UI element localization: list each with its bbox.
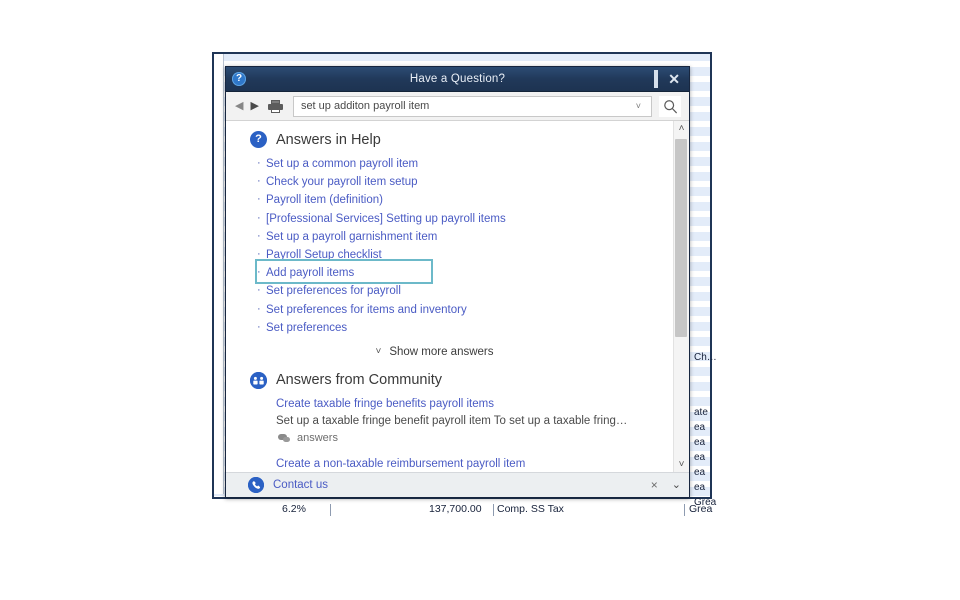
background-cell-text: ea bbox=[694, 482, 706, 493]
background-limit-cell: 137,700.00 bbox=[429, 503, 482, 515]
bullet-icon: · bbox=[257, 157, 261, 169]
background-bottom-row: 6.2% 137,700.00 Comp. SS Tax Grea bbox=[212, 503, 712, 517]
help-result-item[interactable]: · Payroll item (definition) bbox=[257, 190, 673, 208]
community-result-item: Create taxable fringe benefits payroll i… bbox=[276, 396, 655, 447]
community-result-link[interactable]: Create a non-taxable reimbursement payro… bbox=[276, 456, 655, 472]
question-circle-icon: ? bbox=[232, 72, 246, 86]
help-result-item[interactable]: · Check your payroll item setup bbox=[257, 172, 673, 190]
help-result-item[interactable]: · Set preferences bbox=[257, 318, 673, 336]
help-result-link[interactable]: [Professional Services] Setting up payro… bbox=[266, 213, 506, 225]
chevron-down-icon[interactable]: ˅ bbox=[632, 101, 647, 111]
bullet-icon: · bbox=[257, 284, 261, 297]
background-listbox bbox=[214, 54, 224, 494]
print-icon[interactable] bbox=[267, 99, 283, 113]
help-result-link[interactable]: Payroll Setup checklist bbox=[266, 249, 382, 261]
bullet-icon: · bbox=[257, 229, 261, 242]
contact-us-label[interactable]: Contact us bbox=[273, 479, 328, 491]
help-result-item[interactable]: · Set preferences for payroll bbox=[257, 281, 673, 299]
forward-arrow-icon[interactable]: ▶ bbox=[250, 100, 258, 112]
chevron-down-icon: ˅ bbox=[375, 346, 382, 358]
community-result-link[interactable]: Create taxable fringe benefits payroll i… bbox=[276, 396, 655, 413]
maximize-button[interactable] bbox=[654, 70, 659, 88]
chevron-down-icon[interactable]: ⌄ bbox=[672, 479, 681, 491]
help-result-link[interactable]: Add payroll items bbox=[266, 267, 354, 279]
background-cell-text: ea bbox=[694, 452, 706, 463]
window-title: Have a Question? bbox=[409, 73, 506, 85]
scrollbar-thumb[interactable] bbox=[675, 139, 687, 337]
answers-from-community-header: Answers from Community bbox=[226, 371, 673, 389]
help-result-link[interactable]: Set up a common payroll item bbox=[266, 158, 418, 170]
background-cell-text: ea bbox=[694, 422, 706, 433]
scrollbar-track[interactable] bbox=[674, 136, 689, 457]
search-toolbar: ◀ ▶ ˅ bbox=[226, 92, 689, 121]
help-result-link[interactable]: Set up a payroll garnishment item bbox=[266, 231, 437, 243]
search-field-wrapper: ˅ bbox=[292, 95, 652, 117]
background-cell-text: ea bbox=[694, 467, 706, 478]
help-result-item[interactable]: · Set up a payroll garnishment item bbox=[257, 227, 673, 245]
bullet-icon: · bbox=[257, 193, 261, 206]
background-cell-divider bbox=[330, 504, 331, 516]
background-name-cell: Comp. SS Tax bbox=[497, 503, 564, 515]
section-title: Answers from Community bbox=[276, 372, 442, 389]
contact-us-bar: Contact us × ⌄ bbox=[226, 472, 689, 497]
community-results-list: Create taxable fringe benefits payroll i… bbox=[226, 396, 673, 472]
help-result-link[interactable]: Set preferences for payroll bbox=[266, 285, 401, 297]
section-title: Answers in Help bbox=[276, 131, 381, 148]
close-icon[interactable]: ✕ bbox=[668, 72, 680, 86]
back-arrow-icon[interactable]: ◀ bbox=[235, 100, 243, 112]
help-result-item[interactable]: · [Professional Services] Setting up payr… bbox=[257, 209, 673, 227]
help-result-link[interactable]: Payroll item (definition) bbox=[266, 194, 383, 206]
phone-circle-icon bbox=[248, 477, 264, 493]
background-cell-text: Ch… bbox=[694, 352, 717, 363]
show-more-answers-button[interactable]: ˅ Show more answers bbox=[226, 346, 673, 358]
background-cell-divider bbox=[684, 504, 685, 516]
bullet-icon: · bbox=[257, 247, 261, 260]
bullet-icon: · bbox=[257, 320, 261, 333]
background-trailing-cell: Grea bbox=[689, 503, 713, 515]
close-icon[interactable]: × bbox=[651, 479, 658, 491]
title-bar: ? Have a Question? ✕ bbox=[226, 67, 689, 92]
scroll-up-icon[interactable]: ˄ bbox=[674, 121, 689, 136]
help-result-item[interactable]: · Set up a common payroll item bbox=[257, 154, 673, 172]
community-result-snippet: Set up a taxable fringe benefit payroll … bbox=[276, 414, 628, 427]
background-rate-cell: 6.2% bbox=[282, 503, 306, 515]
bullet-icon: · bbox=[257, 302, 261, 315]
community-icon bbox=[250, 371, 267, 389]
bullet-icon: · bbox=[257, 211, 261, 224]
help-result-link[interactable]: Check your payroll item setup bbox=[266, 176, 417, 188]
results-scroll-region: ? Answers in Help · Set up a common payro… bbox=[226, 121, 673, 472]
help-result-item[interactable]: · Add payroll items bbox=[257, 263, 673, 281]
search-input[interactable] bbox=[300, 100, 632, 112]
help-dialog-window: ? Have a Question? ✕ ◀ ▶ ˅ ? bbox=[225, 66, 690, 498]
background-cell-text: ate bbox=[694, 407, 708, 418]
vertical-scrollbar[interactable]: ˄ ˅ bbox=[673, 121, 689, 472]
answers-in-help-header: ? Answers in Help bbox=[226, 131, 673, 148]
bullet-icon: · bbox=[257, 175, 261, 188]
scroll-down-icon[interactable]: ˅ bbox=[674, 457, 689, 472]
background-cell-divider bbox=[493, 504, 494, 516]
search-button[interactable] bbox=[659, 95, 681, 117]
help-result-item[interactable]: · Payroll Setup checklist bbox=[257, 245, 673, 263]
bullet-icon: · bbox=[257, 266, 261, 279]
comment-bubble-icon bbox=[278, 433, 290, 443]
background-cell-text: ea bbox=[694, 437, 706, 448]
help-result-link[interactable]: Set preferences for items and inventory bbox=[266, 304, 467, 316]
community-answers-count: answers bbox=[297, 431, 338, 444]
dialog-content-area: ? Answers in Help · Set up a common payro… bbox=[226, 121, 689, 472]
help-result-item[interactable]: · Set preferences for items and inventory bbox=[257, 300, 673, 318]
search-icon bbox=[663, 99, 677, 113]
contact-bar-actions: × ⌄ bbox=[651, 479, 689, 491]
community-result-meta: answers bbox=[278, 430, 655, 447]
help-results-list: · Set up a common payroll item · Check your… bbox=[226, 154, 673, 336]
window-controls: ✕ bbox=[644, 70, 689, 88]
question-circle-icon: ? bbox=[250, 131, 267, 148]
help-result-link[interactable]: Set preferences bbox=[266, 322, 347, 334]
community-result-item: Create a non-taxable reimbursement payro… bbox=[276, 456, 655, 472]
show-more-label: Show more answers bbox=[389, 345, 494, 358]
